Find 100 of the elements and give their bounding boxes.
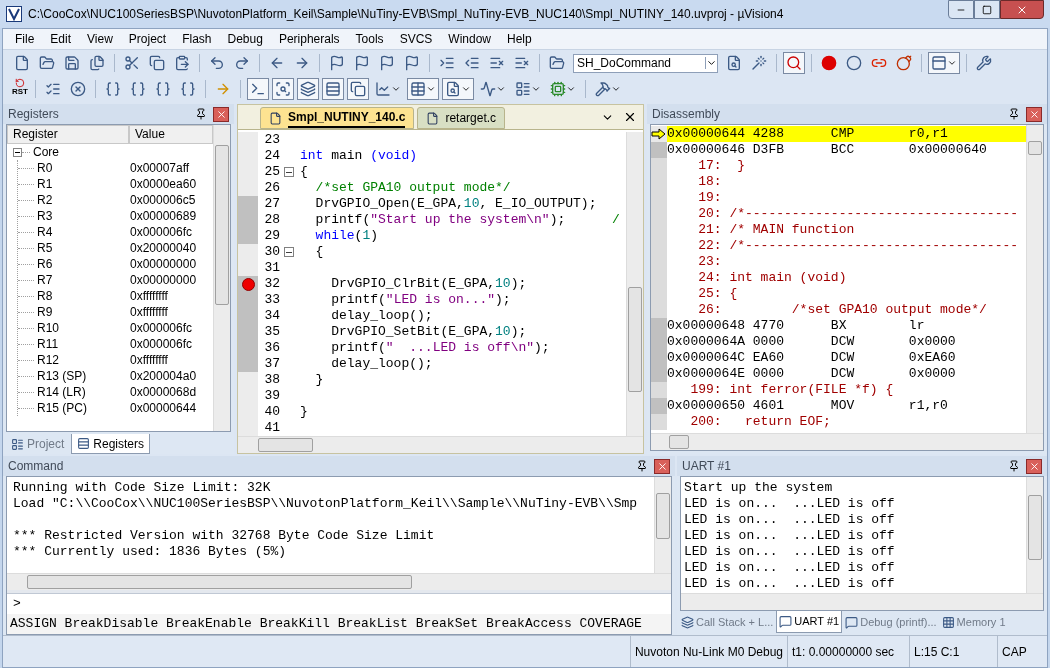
menu-item[interactable]: SVCS [391, 30, 441, 48]
rows-button[interactable] [322, 78, 344, 100]
vertical-scrollbar[interactable] [213, 125, 230, 431]
output-line: *** Restricted Version with 32768 Byte Code Size Limit [13, 528, 436, 544]
close-button[interactable] [1026, 106, 1042, 122]
layers-icon [300, 81, 316, 97]
horizontal-scrollbar[interactable] [651, 433, 1043, 450]
menu-item[interactable]: Flash [174, 30, 220, 48]
fold-toggle[interactable] [284, 167, 294, 177]
breakpoint-icon [821, 55, 837, 71]
pin-icon[interactable] [636, 460, 648, 472]
line-number: 35 [263, 324, 280, 340]
pin-icon[interactable] [1008, 460, 1020, 472]
scrollbar-thumb[interactable] [669, 435, 689, 449]
line-number: 34 [263, 308, 280, 324]
menu-item[interactable]: Help [499, 30, 540, 48]
maximize-button[interactable] [974, 0, 1000, 19]
caret-icon [531, 84, 541, 94]
windows-icon [350, 81, 366, 97]
panel-tab[interactable]: Project [6, 434, 70, 454]
tools-icon [595, 81, 611, 97]
scrollbar-thumb[interactable] [656, 493, 670, 539]
list-icon [489, 55, 505, 71]
register-name: R15 (PC) [36, 400, 88, 417]
menu-item[interactable]: Tools [347, 30, 392, 48]
horizontal-scrollbar[interactable] [7, 573, 671, 590]
windows-button[interactable] [347, 78, 369, 100]
scan-button[interactable] [272, 78, 294, 100]
panel-tab[interactable]: Memory 1 [939, 611, 1008, 633]
minimize-button[interactable] [948, 0, 974, 19]
chart-icon [375, 81, 391, 97]
layers-button[interactable] [297, 78, 319, 100]
reset-button[interactable]: RST [11, 78, 29, 100]
caret-icon [705, 57, 717, 69]
pin-icon[interactable] [195, 108, 207, 120]
register-name: R5 [36, 240, 54, 257]
arrow-icon [15, 78, 25, 88]
instruction-text: 0x00000650 4601 MOV r1,r0 [667, 398, 948, 414]
list-icon [514, 55, 530, 71]
horizontal-scrollbar[interactable] [681, 593, 1043, 610]
folder-icon [39, 55, 55, 71]
close-button[interactable] [1026, 458, 1042, 474]
menu-item[interactable]: Debug [219, 30, 271, 48]
source-text: 200: return EOF; [689, 414, 831, 430]
menu-item[interactable]: Peripherals [270, 30, 348, 48]
rows-icon [325, 81, 341, 97]
terminal-button[interactable] [247, 78, 269, 100]
register-name: R1 [36, 176, 54, 193]
pin-icon[interactable] [1008, 108, 1020, 120]
panel-tab[interactable]: Registers [71, 434, 151, 454]
vertical-scrollbar[interactable] [654, 477, 671, 573]
scrollbar-thumb[interactable] [27, 575, 412, 589]
tree-toggle[interactable] [13, 147, 22, 157]
file-tab[interactable]: Smpl_NUTINY_140.c [260, 107, 415, 129]
horizontal-scrollbar[interactable] [238, 436, 643, 453]
file-tab[interactable]: retarget.c [417, 107, 506, 129]
terminal-icon [250, 81, 266, 97]
fold-toggle[interactable] [284, 247, 294, 257]
caret-icon [391, 84, 401, 94]
register-name: R10 [36, 320, 60, 337]
code-line: } [314, 372, 324, 388]
panel-tab[interactable]: Call Stack + L... [679, 611, 776, 633]
line-number: 26 [263, 180, 280, 196]
vertical-scrollbar[interactable] [1026, 477, 1043, 593]
close-button[interactable] [1000, 0, 1044, 19]
bomb-icon [896, 55, 912, 71]
vertical-scrollbar[interactable] [626, 132, 643, 436]
scrollbar-thumb[interactable] [628, 287, 642, 392]
line-number: 40 [263, 404, 280, 420]
tree-label[interactable]: Core [33, 143, 59, 161]
column-header[interactable]: Value [129, 125, 213, 144]
vertical-scrollbar[interactable] [1026, 125, 1043, 433]
debug-button[interactable] [783, 52, 805, 74]
scrollbar-thumb[interactable] [258, 438, 313, 452]
register-name: R13 (SP) [36, 368, 88, 385]
register-value: 0x00000689 [130, 208, 197, 225]
line-number: 30 [263, 244, 280, 260]
gutter-marker [651, 366, 667, 382]
table-button[interactable] [407, 78, 439, 100]
panel-tab[interactable]: Debug (printf)... [843, 611, 939, 633]
layers-icon [681, 615, 694, 629]
menu-item[interactable]: File [7, 30, 43, 48]
close-icon[interactable] [623, 110, 637, 124]
scan-icon [275, 81, 291, 97]
command-combo[interactable]: SH_DoCommand [573, 53, 718, 73]
file-search-button[interactable] [442, 78, 474, 100]
menu-item[interactable]: Project [120, 30, 175, 48]
window-button[interactable] [928, 52, 960, 74]
scrollbar-thumb[interactable] [1028, 141, 1042, 155]
source-text: 24: int main (void) [697, 270, 847, 286]
close-icon [656, 460, 668, 472]
close-button[interactable] [213, 106, 229, 122]
menu-item[interactable]: Edit [42, 30, 80, 48]
panel-tab[interactable]: UART #1 [776, 611, 843, 633]
menu-item[interactable]: Window [440, 30, 499, 48]
column-header[interactable]: Register [7, 125, 129, 144]
scrollbar-thumb[interactable] [215, 145, 229, 305]
close-button[interactable] [654, 458, 670, 474]
menu-item[interactable]: View [79, 30, 121, 48]
scrollbar-thumb[interactable] [1028, 495, 1042, 560]
